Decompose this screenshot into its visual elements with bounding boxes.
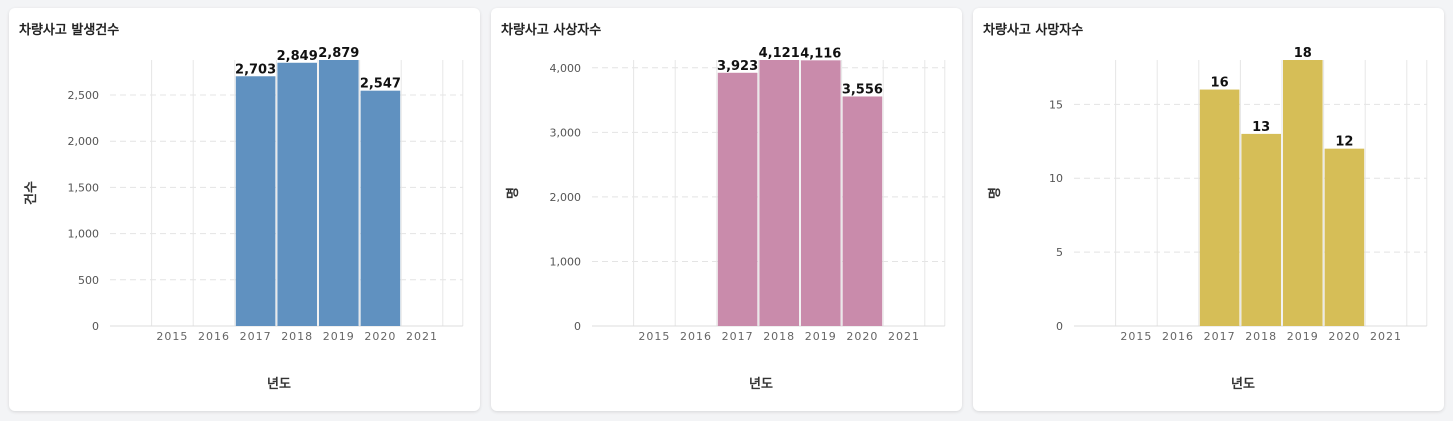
- data-label: 4,121: [759, 46, 800, 61]
- data-label: 12: [1335, 135, 1353, 150]
- bar-chart-casualties: 3,9234,121 4,116 3,556 2015 2016 2017 2018 2019…: [505, 46, 946, 392]
- bar: [235, 76, 276, 326]
- x-tick-label: 2021: [888, 330, 920, 343]
- data-label: 4,116: [800, 46, 841, 61]
- bar: [1241, 133, 1281, 326]
- x-tick-label: 2020: [364, 330, 396, 343]
- data-label: 18: [1294, 46, 1312, 61]
- y-tick-label: 0: [1056, 320, 1063, 333]
- x-tick-label: 2020: [846, 330, 878, 343]
- x-tick-label: 2016: [198, 330, 230, 343]
- x-tick-label: 2019: [1287, 330, 1319, 343]
- x-tick-label: 2021: [406, 330, 438, 343]
- data-label: 3,556: [842, 82, 883, 97]
- y-axis-title: 건수: [23, 181, 39, 205]
- bar: [801, 60, 841, 326]
- chart-card-accidents: 차량사고 발생건수 2,703 2,849 2,879 2,547 2015 2016 20…: [9, 8, 480, 411]
- bar: [277, 62, 317, 327]
- x-tick-label: 2018: [1245, 330, 1277, 343]
- x-axis-title: 년도: [1231, 377, 1255, 392]
- x-tick-label: 2020: [1328, 330, 1360, 343]
- bar: [1199, 89, 1240, 326]
- bar-chart-fatalities: 16 13 18 12 2015 2016 2017 2018 2019 2020 2021 0 5 10…: [987, 46, 1428, 392]
- bar: [759, 60, 799, 326]
- y-tick-label: 2,000: [68, 135, 100, 148]
- x-tick-label: 2015: [1120, 330, 1152, 343]
- y-tick-label: 3,000: [550, 126, 582, 139]
- x-tick-label: 2015: [638, 330, 670, 343]
- y-axis-title: 명: [987, 187, 1003, 199]
- y-tick-label: 15: [1049, 98, 1063, 111]
- dashboard-row: 차량사고 발생건수 2,703 2,849 2,879 2,547 2015 2016 20…: [0, 0, 1453, 421]
- x-tick-label: 2019: [805, 330, 837, 343]
- y-tick-label: 5: [1056, 246, 1063, 259]
- x-tick-label: 2021: [1370, 330, 1402, 343]
- data-label: 3,923: [717, 59, 758, 74]
- y-tick-label: 1,000: [550, 255, 582, 268]
- x-tick-label: 2016: [1162, 330, 1194, 343]
- y-tick-label: 10: [1049, 172, 1063, 185]
- x-tick-label: 2018: [281, 330, 313, 343]
- data-label: 2,849: [277, 49, 318, 64]
- bar-chart-accidents: 2,7032,849 2,879 2,547 2015 2016 2017 2018 2019…: [23, 46, 464, 392]
- y-tick-label: 0: [92, 320, 99, 333]
- chart-card-casualties: 차량사고 사상자수 3,923 4,121 4,116 3,556 2015 2016 20…: [491, 8, 962, 411]
- x-tick-label: 2017: [240, 330, 272, 343]
- y-tick-label: 0: [574, 320, 581, 333]
- bar: [1324, 148, 1365, 326]
- data-label: 2,703: [235, 62, 276, 77]
- bar: [319, 60, 359, 326]
- bar: [1283, 60, 1323, 326]
- x-tick-label: 2018: [763, 330, 795, 343]
- chart-card-fatalities: 차량사고 사망자수 16 13 18 12 2015 2016 2017 2018 2019 20…: [973, 8, 1444, 411]
- y-tick-label: 2,000: [550, 191, 582, 204]
- data-label: 2,879: [318, 46, 359, 61]
- x-axis-title: 년도: [749, 377, 773, 392]
- x-tick-label: 2017: [722, 330, 754, 343]
- y-axis-title: 명: [505, 187, 521, 199]
- y-tick-label: 1,000: [68, 228, 100, 241]
- x-tick-label: 2019: [323, 330, 355, 343]
- y-tick-label: 2,500: [68, 89, 100, 102]
- data-label: 2,547: [360, 77, 401, 92]
- x-axis-title: 년도: [267, 377, 291, 392]
- bar: [717, 72, 758, 326]
- data-label: 16: [1211, 76, 1229, 91]
- x-tick-label: 2015: [156, 330, 188, 343]
- x-tick-label: 2016: [680, 330, 712, 343]
- y-tick-label: 4,000: [550, 62, 582, 75]
- x-tick-label: 2017: [1204, 330, 1236, 343]
- bar: [360, 90, 401, 327]
- y-tick-label: 500: [78, 274, 99, 287]
- data-label: 13: [1252, 120, 1270, 135]
- y-tick-label: 1,500: [68, 181, 100, 194]
- bar: [842, 96, 883, 327]
